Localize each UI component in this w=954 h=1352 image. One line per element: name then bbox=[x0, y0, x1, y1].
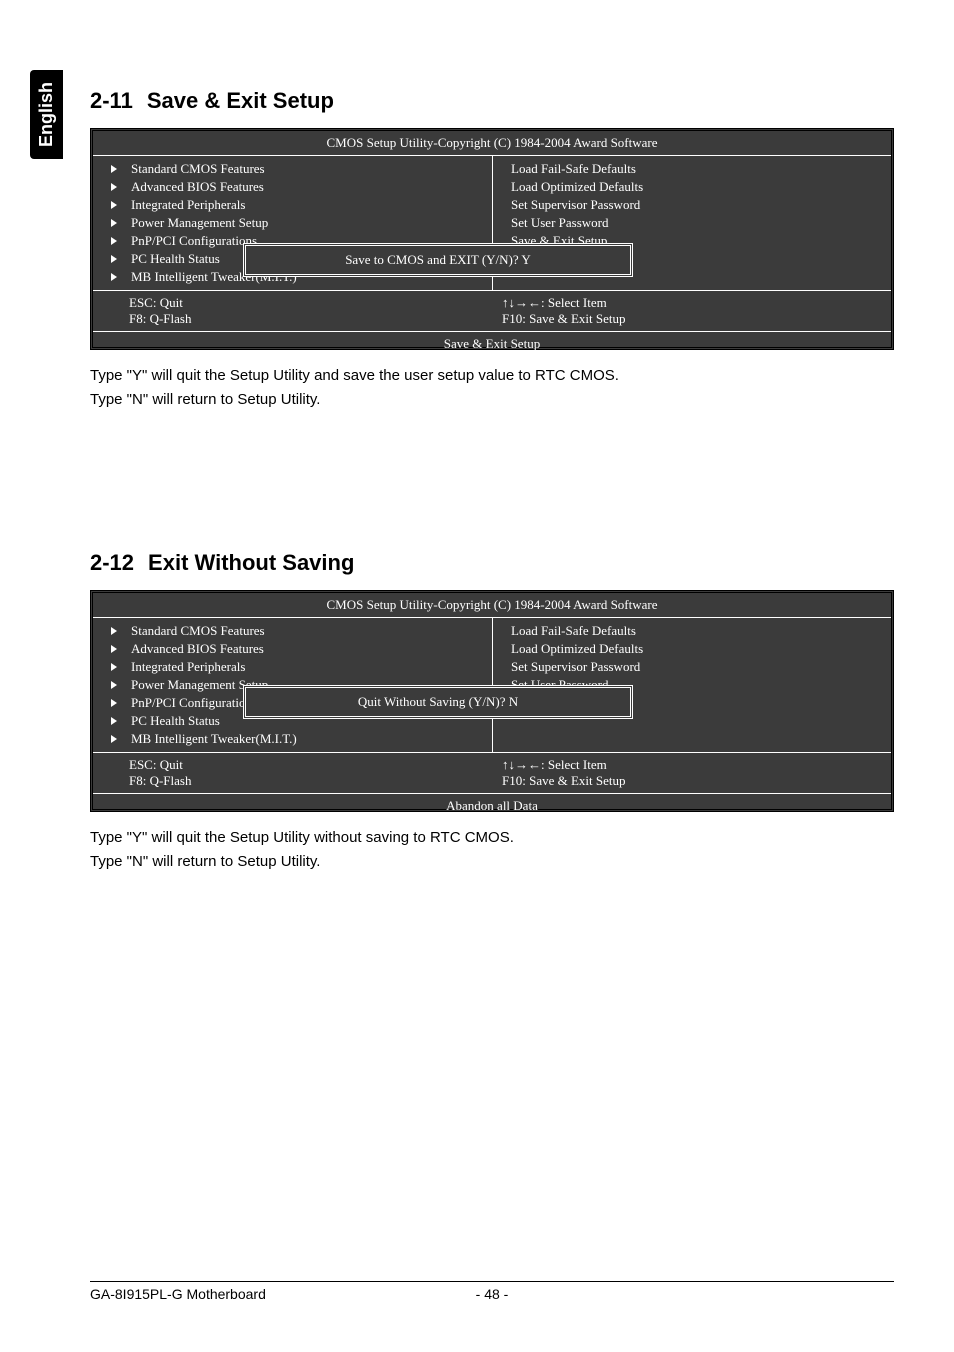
menu-item-supervisor-pass[interactable]: Set Supervisor Password bbox=[493, 196, 891, 214]
menu-item-power-management[interactable]: Power Management Setup bbox=[93, 214, 492, 232]
menu-item-standard-cmos[interactable]: Standard CMOS Features bbox=[93, 160, 492, 178]
bios-status-bar: Save & Exit Setup bbox=[93, 331, 891, 356]
bios-footer-left: ESC: Quit F8: Q-Flash bbox=[93, 291, 492, 331]
bullet-icon bbox=[111, 627, 117, 635]
explain-text-1a: Type "Y" will quit the Setup Utility and… bbox=[90, 364, 894, 388]
menu-label: MB Intelligent Tweaker(M.I.T.) bbox=[131, 731, 297, 747]
menu-label: Standard CMOS Features bbox=[131, 161, 265, 177]
menu-label: Load Optimized Defaults bbox=[511, 179, 643, 195]
menu-item-supervisor-pass[interactable]: Set Supervisor Password bbox=[493, 658, 891, 676]
menu-label: Advanced BIOS Features bbox=[131, 179, 264, 195]
save-exit-dialog[interactable]: Save to CMOS and EXIT (Y/N)? Y bbox=[243, 243, 633, 277]
section-heading-text: Save & Exit Setup bbox=[147, 88, 334, 113]
dialog-text: Save to CMOS and EXIT (Y/N)? Y bbox=[345, 252, 531, 267]
menu-label: Load Optimized Defaults bbox=[511, 641, 643, 657]
bullet-icon bbox=[111, 255, 117, 263]
menu-label: PnP/PCI Configurations bbox=[131, 695, 257, 711]
menu-label: Advanced BIOS Features bbox=[131, 641, 264, 657]
spacer bbox=[90, 412, 894, 522]
bios-footer-keys: ESC: Quit F8: Q-Flash ↑↓→←: Select Item … bbox=[93, 753, 891, 793]
footer-product-name: GA-8I915PL-G Motherboard bbox=[90, 1286, 476, 1302]
menu-label: Power Management Setup bbox=[131, 215, 268, 231]
menu-label: Set Supervisor Password bbox=[511, 659, 640, 675]
bullet-icon bbox=[111, 237, 117, 245]
menu-item-mb-tweaker[interactable]: MB Intelligent Tweaker(M.I.T.) bbox=[93, 730, 492, 748]
bullet-icon bbox=[111, 699, 117, 707]
bullet-icon bbox=[111, 201, 117, 209]
section-num: 2-11 bbox=[90, 88, 133, 113]
arrows-select-hint: ↑↓→←: Select Item bbox=[502, 295, 881, 311]
menu-label: Integrated Peripherals bbox=[131, 197, 245, 213]
explain-text-1b: Type "N" will return to Setup Utility. bbox=[90, 388, 894, 412]
bullet-icon bbox=[111, 183, 117, 191]
bios-title-bar: CMOS Setup Utility-Copyright (C) 1984-20… bbox=[93, 131, 891, 156]
menu-label: Standard CMOS Features bbox=[131, 623, 265, 639]
bios-screenshot-1: CMOS Setup Utility-Copyright (C) 1984-20… bbox=[90, 128, 894, 350]
menu-item-integrated-peripherals[interactable]: Integrated Peripherals bbox=[93, 658, 492, 676]
f8-qflash-hint: F8: Q-Flash bbox=[129, 773, 482, 789]
section-heading-text: Exit Without Saving bbox=[148, 550, 354, 575]
bios-status-bar: Abandon all Data bbox=[93, 793, 891, 818]
menu-item-advanced-bios[interactable]: Advanced BIOS Features bbox=[93, 178, 492, 196]
bullet-icon bbox=[111, 735, 117, 743]
section-title-2-11: 2-11 Save & Exit Setup bbox=[90, 88, 894, 114]
bullet-icon bbox=[111, 645, 117, 653]
bullet-icon bbox=[111, 663, 117, 671]
bullet-icon bbox=[111, 681, 117, 689]
arrows-select-hint: ↑↓→←: Select Item bbox=[502, 757, 881, 773]
menu-label: PnP/PCI Configurations bbox=[131, 233, 257, 249]
menu-item-user-pass[interactable]: Set User Password bbox=[493, 214, 891, 232]
esc-quit-hint: ESC: Quit bbox=[129, 295, 482, 311]
menu-label: Set User Password bbox=[511, 215, 609, 231]
bios-footer-left: ESC: Quit F8: Q-Flash bbox=[93, 753, 492, 793]
f8-qflash-hint: F8: Q-Flash bbox=[129, 311, 482, 327]
menu-item-integrated-peripherals[interactable]: Integrated Peripherals bbox=[93, 196, 492, 214]
menu-label: Set Supervisor Password bbox=[511, 197, 640, 213]
menu-label: PC Health Status bbox=[131, 713, 220, 729]
f10-save-hint: F10: Save & Exit Setup bbox=[502, 311, 881, 327]
explain-text-2a: Type "Y" will quit the Setup Utility wit… bbox=[90, 826, 894, 850]
bullet-icon bbox=[111, 219, 117, 227]
bullet-icon bbox=[111, 717, 117, 725]
bios-footer-right: ↑↓→←: Select Item F10: Save & Exit Setup bbox=[492, 753, 891, 793]
menu-label: Load Fail-Safe Defaults bbox=[511, 161, 636, 177]
page-content: 2-11 Save & Exit Setup CMOS Setup Utility… bbox=[0, 0, 954, 874]
bios-footer-keys: ESC: Quit F8: Q-Flash ↑↓→←: Select Item … bbox=[93, 291, 891, 331]
menu-item-standard-cmos[interactable]: Standard CMOS Features bbox=[93, 622, 492, 640]
bullet-icon bbox=[111, 165, 117, 173]
menu-label: Integrated Peripherals bbox=[131, 659, 245, 675]
section-title-2-12: 2-12 Exit Without Saving bbox=[90, 550, 894, 576]
footer-page-number: - 48 - bbox=[476, 1286, 509, 1302]
explain-text-2b: Type "N" will return to Setup Utility. bbox=[90, 850, 894, 874]
menu-item-optimized[interactable]: Load Optimized Defaults bbox=[493, 640, 891, 658]
menu-label: Load Fail-Safe Defaults bbox=[511, 623, 636, 639]
section-num: 2-12 bbox=[90, 550, 134, 575]
menu-item-optimized[interactable]: Load Optimized Defaults bbox=[493, 178, 891, 196]
bios-screenshot-2: CMOS Setup Utility-Copyright (C) 1984-20… bbox=[90, 590, 894, 812]
page-footer: GA-8I915PL-G Motherboard - 48 - bbox=[90, 1281, 894, 1302]
quit-without-saving-dialog[interactable]: Quit Without Saving (Y/N)? N bbox=[243, 685, 633, 719]
menu-label: PC Health Status bbox=[131, 251, 220, 267]
menu-item-fail-safe[interactable]: Load Fail-Safe Defaults bbox=[493, 622, 891, 640]
f10-save-hint: F10: Save & Exit Setup bbox=[502, 773, 881, 789]
footer-right-spacer bbox=[508, 1286, 894, 1302]
bios-title-bar: CMOS Setup Utility-Copyright (C) 1984-20… bbox=[93, 593, 891, 618]
dialog-text: Quit Without Saving (Y/N)? N bbox=[358, 694, 518, 709]
menu-item-advanced-bios[interactable]: Advanced BIOS Features bbox=[93, 640, 492, 658]
bios-footer-right: ↑↓→←: Select Item F10: Save & Exit Setup bbox=[492, 291, 891, 331]
bullet-icon bbox=[111, 273, 117, 281]
esc-quit-hint: ESC: Quit bbox=[129, 757, 482, 773]
menu-item-fail-safe[interactable]: Load Fail-Safe Defaults bbox=[493, 160, 891, 178]
